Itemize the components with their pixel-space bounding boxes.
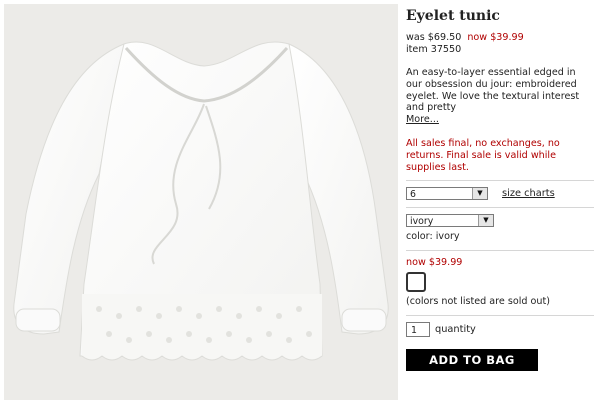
description-text: An easy-to-layer essential edged in our … xyxy=(406,67,580,114)
divider xyxy=(406,314,594,316)
size-value: 6 xyxy=(410,189,416,201)
add-to-bag-button[interactable]: ADD TO BAG xyxy=(406,348,538,371)
size-charts-link[interactable]: size charts xyxy=(502,188,555,199)
tunic-illustration xyxy=(13,41,389,361)
now-price: now $39.99 xyxy=(467,32,524,43)
sold-out-note: (colors not listed are sold out) xyxy=(406,296,550,308)
was-price: was $69.50 xyxy=(406,32,462,43)
size-select[interactable]: 6 ▼ xyxy=(406,187,488,201)
sale-notice: All sales final, no exchanges, no return… xyxy=(406,137,560,173)
swatch-price: now $39.99 xyxy=(406,256,463,268)
product-description: An easy-to-layer essential edged in our … xyxy=(406,67,594,126)
quantity-row: 1 quantity xyxy=(406,321,594,337)
quantity-input[interactable]: 1 xyxy=(406,321,430,337)
divider xyxy=(406,207,594,209)
price-line: was $69.50 now $39.99 xyxy=(406,32,594,44)
divider xyxy=(406,249,594,251)
quantity-label: quantity xyxy=(435,323,476,335)
product-image xyxy=(4,4,398,400)
more-link[interactable]: More... xyxy=(406,114,439,125)
chevron-down-icon[interactable]: ▼ xyxy=(472,188,487,200)
chevron-down-icon[interactable]: ▼ xyxy=(478,215,493,227)
color-swatch-ivory[interactable] xyxy=(406,272,426,293)
product-title: Eyelet tunic xyxy=(406,8,500,24)
product-details-panel: Eyelet tunic was $69.50 now $39.99 item 3… xyxy=(406,6,594,371)
color-label: color: ivory xyxy=(406,231,460,243)
color-value: ivory xyxy=(410,216,434,228)
size-row: 6 ▼ size charts xyxy=(406,187,594,201)
item-number: item 37550 xyxy=(406,43,462,55)
color-select[interactable]: ivory ▼ xyxy=(406,214,494,228)
divider xyxy=(406,180,594,182)
